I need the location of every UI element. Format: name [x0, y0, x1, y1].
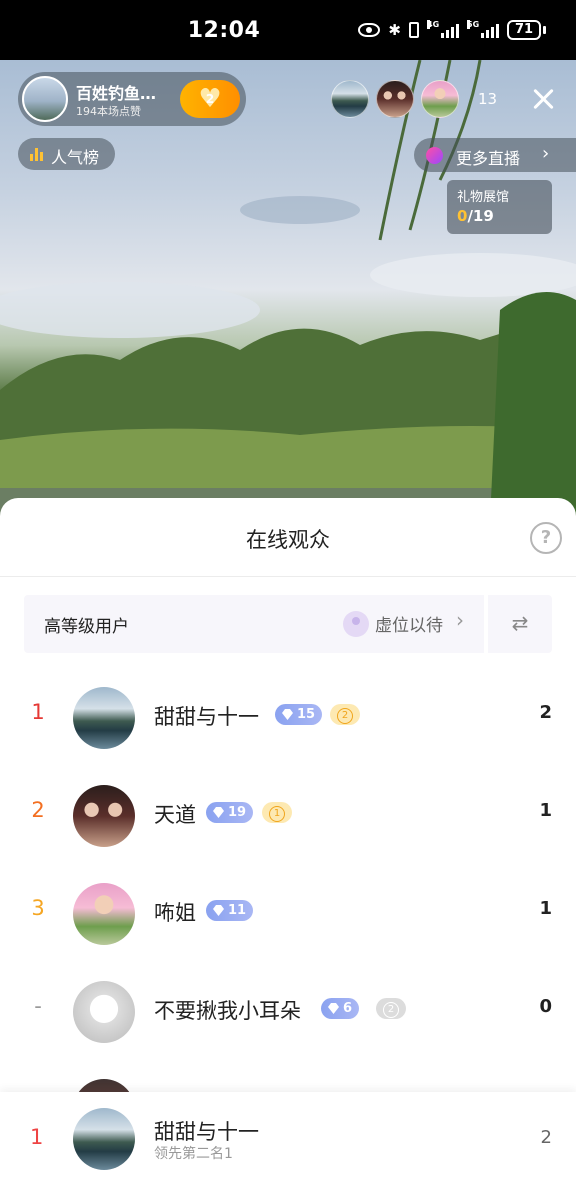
rank-number: 3 — [31, 896, 45, 920]
avatar[interactable] — [73, 883, 135, 945]
help-icon[interactable]: ? — [530, 522, 562, 554]
level-badge: 11 — [206, 900, 254, 921]
status-icons: ✱ 4G 5G 71 — [358, 20, 546, 40]
my-subtitle: 领先第二名1 — [154, 1146, 233, 1162]
viewer-avatar[interactable] — [421, 80, 459, 118]
vibrate-icon — [409, 22, 419, 38]
fan-badge: 2 — [376, 998, 406, 1019]
audience-row[interactable]: - 不要揪我小耳朵 6 2 0 — [0, 964, 576, 1062]
battery-tip — [543, 26, 546, 34]
rank-number: 2 — [31, 798, 45, 822]
bar-chart-icon — [30, 148, 44, 161]
viewer-avatar[interactable] — [376, 80, 414, 118]
user-name: 咘姐 — [154, 901, 196, 925]
popularity-rank-label: 人气榜 — [51, 148, 100, 167]
avatar[interactable] — [73, 785, 135, 847]
fan-level: 2 — [205, 92, 215, 106]
placeholder-text: 虚位以待 — [375, 616, 443, 636]
avatar[interactable] — [73, 687, 135, 749]
fan-badge: 2 — [330, 704, 360, 725]
level-badge: 15 — [275, 704, 323, 725]
audience-row[interactable]: 1 甜甜与十一 15 2 2 — [0, 670, 576, 768]
contribution-value: 2 — [539, 702, 552, 723]
diamond-icon — [328, 1003, 339, 1014]
gift-hall-button[interactable]: 礼物展馆 0/19 — [447, 180, 552, 234]
level-badge: 6 — [321, 998, 360, 1019]
bluetooth-icon: ✱ — [388, 21, 401, 39]
status-bar: 12:04 ✱ 4G 5G 71 — [0, 0, 576, 60]
user-name: 甜甜与十一 — [154, 705, 259, 729]
chevron-right-icon: › — [542, 143, 550, 164]
user-name: 不要揪我小耳朵 — [154, 999, 301, 1023]
live-dot-icon — [426, 147, 443, 164]
user-name: 天道 — [154, 803, 196, 827]
high-level-label: 高等级用户 — [44, 617, 129, 637]
signal-4g-icon: 4G — [427, 20, 459, 38]
more-live-button[interactable]: 更多直播 › — [414, 138, 576, 172]
my-avatar[interactable] — [73, 1108, 135, 1170]
gift-hall-progress: 0/19 — [457, 207, 494, 225]
rank-number: 1 — [31, 700, 45, 724]
swap-button[interactable]: ⇄ — [488, 595, 552, 653]
gift-hall-label: 礼物展馆 — [457, 190, 510, 205]
contribution-value: 1 — [539, 898, 552, 919]
rank-number: - — [34, 994, 42, 1018]
popularity-rank-button[interactable]: 人气榜 — [18, 138, 115, 170]
online-audience-sheet: 在线观众 ? 高等级用户 虚位以待 › ⇄ 1 甜甜与十一 15 2 2 2 天… — [0, 498, 576, 1188]
level-badge: 19 — [206, 802, 254, 823]
diamond-icon — [213, 807, 224, 818]
placeholder-avatar-icon — [343, 611, 369, 637]
diamond-icon — [213, 905, 224, 916]
viewer-avatar[interactable] — [331, 80, 369, 118]
my-rank-row[interactable]: 1 甜甜与十一 领先第二名1 2 — [0, 1092, 576, 1188]
my-name: 甜甜与十一 — [154, 1120, 259, 1144]
my-rank-number: 1 — [30, 1125, 44, 1149]
high-level-users-bar[interactable]: 高等级用户 虚位以待 › — [24, 595, 484, 653]
battery-icon: 71 — [507, 20, 541, 40]
signal-5g-icon: 5G — [467, 20, 499, 38]
divider — [0, 576, 576, 577]
scene-drawing — [0, 60, 576, 520]
close-icon[interactable] — [530, 86, 556, 112]
contribution-value: 0 — [539, 996, 552, 1017]
my-value: 2 — [540, 1127, 552, 1148]
more-live-label: 更多直播 — [456, 149, 521, 168]
streamer-name: 百姓钓鱼… — [76, 84, 157, 103]
streamer-avatar[interactable] — [22, 76, 68, 122]
sheet-title: 在线观众 — [246, 528, 330, 552]
audience-row[interactable]: 2 天道 19 1 1 — [0, 768, 576, 866]
contribution-value: 1 — [539, 800, 552, 821]
live-video[interactable] — [0, 60, 576, 520]
eye-icon — [358, 23, 381, 37]
viewer-count[interactable]: 13 — [478, 90, 497, 108]
fan-badge: 1 — [262, 802, 292, 823]
chevron-right-icon: › — [456, 608, 464, 632]
avatar[interactable] — [73, 981, 135, 1043]
fan-club-button[interactable]: ♥ 2 — [180, 80, 240, 118]
streamer-likes: 194本场点赞 — [76, 105, 141, 118]
streamer-info[interactable]: 百姓钓鱼… 194本场点赞 ♥ 2 — [18, 72, 246, 126]
audience-row[interactable]: 3 咘姐 11 1 — [0, 866, 576, 964]
diamond-icon — [282, 709, 293, 720]
